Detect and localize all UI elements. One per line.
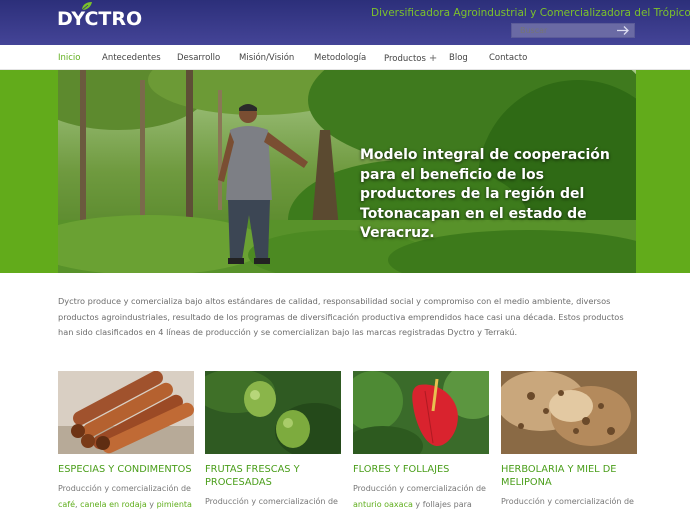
link-canela[interactable]: canela en rodaja bbox=[80, 500, 147, 509]
link-cafe[interactable]: café bbox=[58, 500, 75, 509]
nav-item-inicio[interactable]: Inicio bbox=[58, 53, 81, 63]
link-pimienta[interactable]: pimienta bbox=[157, 500, 192, 509]
arrow-right-icon[interactable] bbox=[616, 25, 630, 36]
nav-item-contacto[interactable]: Contacto bbox=[489, 53, 527, 63]
nav-item-productos[interactable]: Productos + bbox=[384, 53, 437, 64]
cinnamon-image[interactable] bbox=[58, 371, 194, 454]
desc-separator: y bbox=[146, 500, 157, 509]
hero-banner: Modelo integral de cooperación para el b… bbox=[58, 70, 636, 273]
nav-item-desarrollo[interactable]: Desarrollo bbox=[177, 53, 220, 63]
logo-text: DYCTRO bbox=[57, 8, 143, 30]
main-nav: Inicio Antecedentes Desarrollo Misión/Vi… bbox=[0, 45, 690, 70]
card-description: Producción y comercialización de café, c… bbox=[58, 481, 194, 513]
link-anturio-oaxaca[interactable]: anturio oaxaca bbox=[353, 500, 413, 509]
card-description: Producción y comercialización de bbox=[205, 494, 341, 510]
card-desc-text: Producción y comercialización de bbox=[58, 484, 191, 493]
anthurium-image[interactable] bbox=[353, 371, 489, 454]
nav-item-metodologia[interactable]: Metodología bbox=[314, 53, 366, 63]
site-tagline: Diversificadora Agroindustrial y Comerci… bbox=[371, 7, 690, 19]
card-title[interactable]: ESPECIAS Y CONDIMENTOS bbox=[58, 463, 194, 476]
nav-item-blog[interactable]: Blog bbox=[449, 53, 468, 63]
nav-item-productos-label: Productos bbox=[384, 54, 426, 64]
site-header: DYCTRO Diversificadora Agroindustrial y … bbox=[0, 0, 690, 45]
leaf-icon bbox=[81, 2, 92, 11]
dyctro-logo[interactable]: DYCTRO bbox=[57, 2, 147, 34]
card-desc-text: Producción y comercialización de bbox=[353, 484, 486, 493]
search-box bbox=[511, 23, 635, 38]
plus-icon: + bbox=[428, 53, 438, 64]
nav-item-mision-vision[interactable]: Misión/Visión bbox=[239, 53, 294, 63]
card-desc-text: Producción y comercialización de bbox=[501, 497, 634, 506]
nav-item-antecedentes[interactable]: Antecedentes bbox=[102, 53, 161, 63]
passion-fruit-image[interactable] bbox=[205, 371, 341, 454]
card-desc-text: Producción y comercialización de bbox=[205, 497, 338, 506]
hero-caption: Modelo integral de cooperación para el b… bbox=[360, 147, 610, 241]
intro-paragraph: Dyctro produce y comercializa bajo altos… bbox=[58, 296, 624, 337]
card-description: Producción y comercialización de anturio… bbox=[353, 481, 489, 513]
card-title[interactable]: HERBOLARIA Y MIEL DE MELIPONA bbox=[501, 463, 637, 489]
honeycomb-image[interactable] bbox=[501, 371, 637, 454]
card-description: Producción y comercialización de bbox=[501, 494, 637, 510]
card-title[interactable]: FLORES Y FOLLAJES bbox=[353, 463, 489, 476]
card-title[interactable]: FRUTAS FRESCAS Y PROCESADAS bbox=[205, 463, 341, 489]
desc-text-follajes: y follajes para bbox=[412, 500, 472, 509]
search-input[interactable] bbox=[512, 24, 620, 37]
